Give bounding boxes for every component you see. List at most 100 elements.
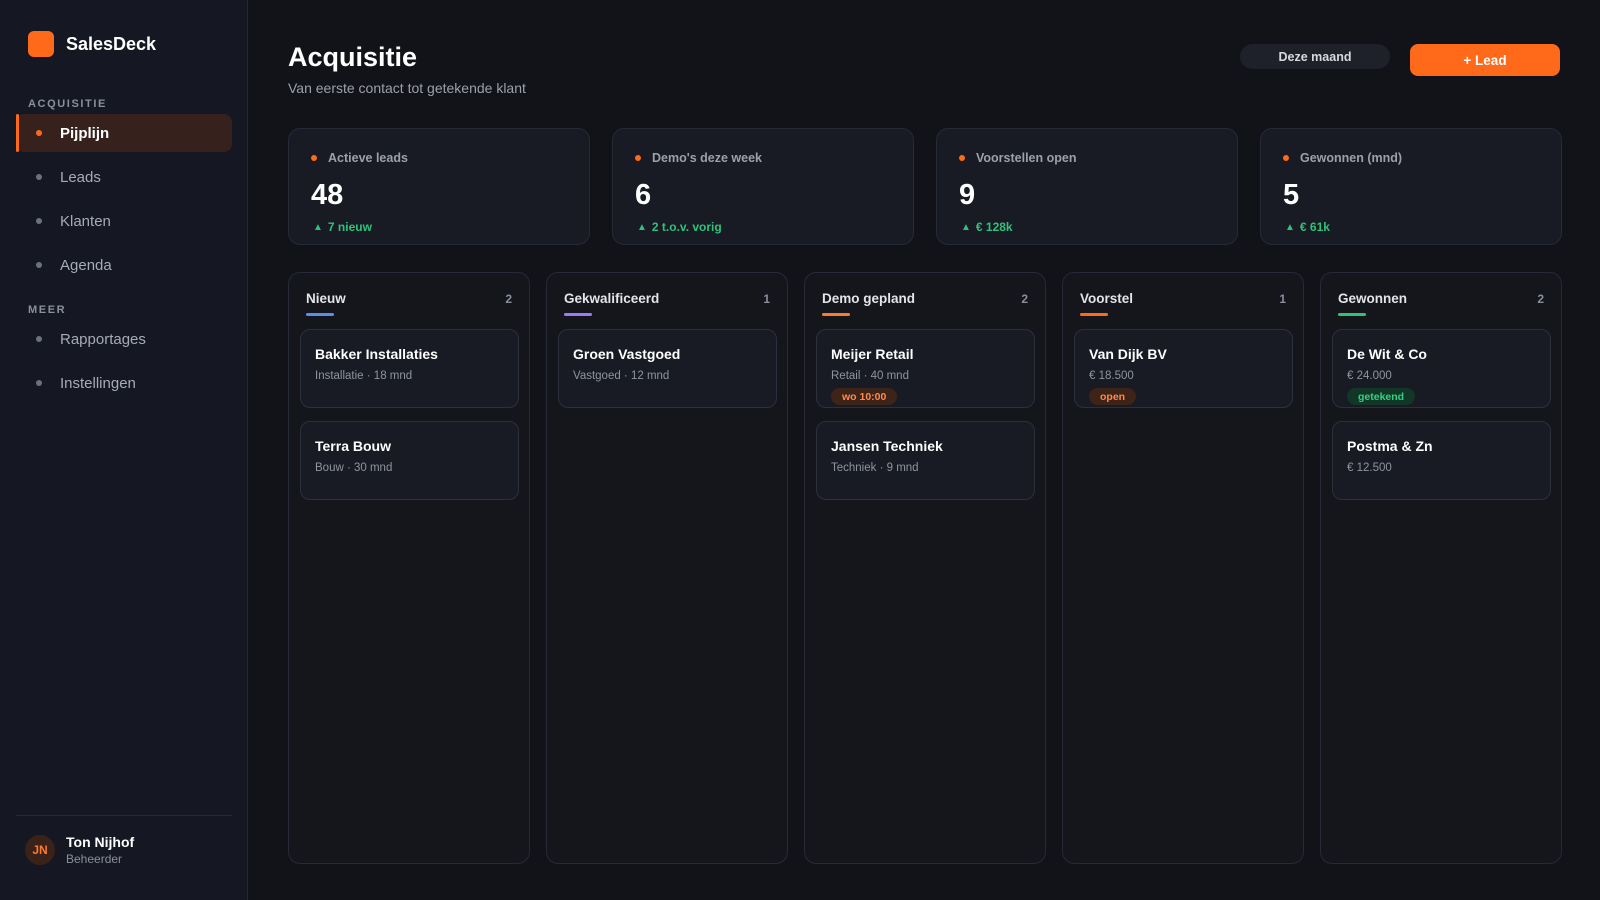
column-color-bar bbox=[306, 313, 334, 316]
kanban-column-demo-gepland: Demo gepland 2 Meijer Retail Retail · 40… bbox=[804, 272, 1046, 864]
stat-card-demos: Demo's deze week 6 ▲ 2 t.o.v. vorig bbox=[612, 128, 914, 245]
sidebar-item-label: Klanten bbox=[60, 212, 111, 230]
deal-card[interactable]: De Wit & Co € 24.000 getekend bbox=[1332, 329, 1551, 408]
deal-badge: wo 10:00 bbox=[831, 388, 898, 405]
stat-value: 48 bbox=[311, 179, 344, 211]
sidebar-item-label: Pijplijn bbox=[60, 124, 110, 142]
bullet-icon bbox=[36, 174, 42, 180]
brand[interactable]: SalesDeck bbox=[28, 31, 156, 57]
deal-title: Postma & Zn bbox=[1347, 438, 1433, 454]
bullet-icon bbox=[36, 380, 42, 386]
user-profile[interactable]: JN Ton Nijhof Beheerder bbox=[25, 834, 134, 866]
column-count: 2 bbox=[1021, 291, 1028, 306]
deal-title: Jansen Techniek bbox=[831, 438, 943, 454]
trend-up-icon: ▲ bbox=[961, 221, 971, 233]
column-title: Voorstel bbox=[1080, 291, 1134, 306]
stat-label: Demo's deze week bbox=[652, 151, 762, 165]
sidebar-item-klanten[interactable]: Klanten bbox=[16, 202, 232, 240]
deal-title: De Wit & Co bbox=[1347, 346, 1427, 362]
stat-label: Voorstellen open bbox=[976, 151, 1077, 165]
brand-logo-icon bbox=[28, 31, 54, 57]
deal-meta: Bouw · 30 mnd bbox=[315, 462, 393, 474]
column-count: 1 bbox=[763, 291, 770, 306]
user-role: Beheerder bbox=[66, 852, 123, 866]
deal-card[interactable]: Groen Vastgoed Vastgoed · 12 mnd bbox=[558, 329, 777, 408]
column-count: 2 bbox=[1537, 291, 1544, 306]
stat-card-actieve-leads: Actieve leads 48 ▲ 7 nieuw bbox=[288, 128, 590, 245]
bullet-icon bbox=[36, 218, 42, 224]
column-color-bar bbox=[1338, 313, 1366, 316]
bullet-icon bbox=[36, 130, 42, 136]
trend-up-icon: ▲ bbox=[637, 221, 647, 233]
deal-title: Groen Vastgoed bbox=[573, 346, 681, 362]
deal-card[interactable]: Jansen Techniek Techniek · 9 mnd bbox=[816, 421, 1035, 500]
sidebar-item-leads[interactable]: Leads bbox=[16, 158, 232, 196]
stat-label: Actieve leads bbox=[328, 151, 408, 165]
sidebar-divider bbox=[16, 815, 232, 816]
deal-meta: Techniek · 9 mnd bbox=[831, 462, 919, 474]
sidebar-item-label: Instellingen bbox=[60, 374, 136, 392]
deal-title: Van Dijk BV bbox=[1089, 346, 1167, 362]
stat-delta: € 128k bbox=[975, 220, 1013, 234]
deal-card[interactable]: Postma & Zn € 12.500 bbox=[1332, 421, 1551, 500]
bullet-icon bbox=[959, 155, 965, 161]
deal-meta: Retail · 40 mnd bbox=[831, 370, 909, 382]
column-title: Nieuw bbox=[306, 291, 346, 306]
period-filter[interactable]: Deze maand bbox=[1240, 44, 1390, 69]
stat-delta: 7 nieuw bbox=[327, 220, 372, 234]
stat-delta: 2 t.o.v. vorig bbox=[651, 220, 722, 234]
stat-label: Gewonnen (mnd) bbox=[1300, 151, 1403, 165]
deal-card[interactable]: Terra Bouw Bouw · 30 mnd bbox=[300, 421, 519, 500]
stat-value: 6 bbox=[635, 179, 652, 211]
sidebar-item-instellingen[interactable]: Instellingen bbox=[16, 364, 232, 402]
kanban-column-gewonnen: Gewonnen 2 De Wit & Co € 24.000 getekend… bbox=[1320, 272, 1562, 864]
stat-card-gewonnen: Gewonnen (mnd) 5 ▲ € 61k bbox=[1260, 128, 1562, 245]
page-title: Acquisitie bbox=[288, 42, 418, 72]
deal-meta: Vastgoed · 12 mnd bbox=[573, 370, 670, 382]
deal-meta: € 24.000 bbox=[1347, 370, 1392, 382]
sidebar-item-rapportages[interactable]: Rapportages bbox=[16, 320, 232, 358]
stat-card-voorstellen: Voorstellen open 9 ▲ € 128k bbox=[936, 128, 1238, 245]
stat-delta: € 61k bbox=[1299, 220, 1330, 234]
deal-meta: Installatie · 18 mnd bbox=[315, 370, 413, 382]
kanban-column-gekwalificeerd: Gekwalificeerd 1 Groen Vastgoed Vastgoed… bbox=[546, 272, 788, 864]
user-name: Ton Nijhof bbox=[66, 834, 135, 850]
kanban-column-voorstel: Voorstel 1 Van Dijk BV € 18.500 open bbox=[1062, 272, 1304, 864]
trend-up-icon: ▲ bbox=[1285, 221, 1295, 233]
deal-card[interactable]: Van Dijk BV € 18.500 open bbox=[1074, 329, 1293, 408]
bullet-icon bbox=[311, 155, 317, 161]
trend-up-icon: ▲ bbox=[313, 221, 323, 233]
column-title: Demo gepland bbox=[822, 291, 916, 306]
avatar: JN bbox=[25, 835, 55, 865]
add-lead-button[interactable]: + Lead bbox=[1410, 44, 1560, 76]
sidebar-item-pijplijn[interactable]: Pijplijn bbox=[16, 114, 232, 152]
column-count: 2 bbox=[505, 291, 512, 306]
bullet-icon bbox=[36, 336, 42, 342]
stat-value: 9 bbox=[959, 179, 976, 211]
deal-title: Bakker Installaties bbox=[315, 346, 438, 362]
page-subtitle: Van eerste contact tot getekende klant bbox=[288, 80, 526, 96]
bullet-icon bbox=[635, 155, 641, 161]
sidebar-section-acquisitie: ACQUISITIE bbox=[28, 98, 107, 110]
deal-title: Meijer Retail bbox=[831, 346, 914, 362]
deal-badge: getekend bbox=[1347, 388, 1416, 405]
deal-badge: open bbox=[1089, 388, 1137, 405]
column-count: 1 bbox=[1279, 291, 1286, 306]
column-color-bar bbox=[564, 313, 592, 316]
sidebar-item-agenda[interactable]: Agenda bbox=[16, 246, 232, 284]
column-color-bar bbox=[1080, 313, 1108, 316]
bullet-icon bbox=[1283, 155, 1289, 161]
sidebar-section-meer: MEER bbox=[28, 304, 67, 316]
stat-value: 5 bbox=[1283, 179, 1300, 211]
column-title: Gekwalificeerd bbox=[564, 291, 660, 306]
column-title: Gewonnen bbox=[1338, 291, 1408, 306]
deal-meta: € 18.500 bbox=[1089, 370, 1134, 382]
deal-meta: € 12.500 bbox=[1347, 462, 1392, 474]
bullet-icon bbox=[36, 262, 42, 268]
sidebar-item-label: Agenda bbox=[60, 256, 112, 274]
deal-card[interactable]: Bakker Installaties Installatie · 18 mnd bbox=[300, 329, 519, 408]
deal-card[interactable]: Meijer Retail Retail · 40 mnd wo 10:00 bbox=[816, 329, 1035, 408]
sidebar: SalesDeck ACQUISITIE Pijplijn Leads Klan… bbox=[0, 0, 248, 900]
sidebar-item-label: Leads bbox=[60, 168, 101, 186]
brand-name: SalesDeck bbox=[66, 33, 157, 54]
